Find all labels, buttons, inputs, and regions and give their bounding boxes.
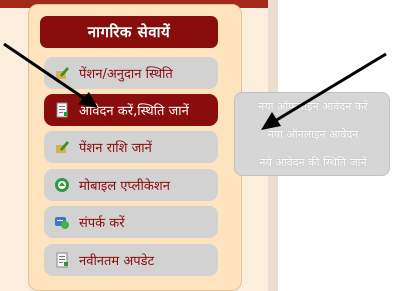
menu-item-label: संपर्क करें xyxy=(79,216,125,231)
menu-item-contact[interactable]: संपर्क करें xyxy=(44,206,218,238)
submenu-popup: नया ऑफलाइन आवेदन करें नया ऑनलाइन आवेदन न… xyxy=(234,92,390,176)
android-icon xyxy=(53,176,71,194)
menu-item-mobile-app[interactable]: मोबाइल एप्लीकेशन xyxy=(44,169,218,201)
menu-item-label: आवेदन करें,स्थिति जानें xyxy=(79,104,189,119)
submenu-item-offline-apply[interactable]: नया ऑफलाइन आवेदन करें xyxy=(235,99,391,114)
submenu-item-online-apply[interactable]: नया ऑनलाइन आवेदन xyxy=(235,127,391,142)
contact-icon xyxy=(53,213,71,231)
menu-item-label: पेंशन राशि जानें xyxy=(79,141,152,156)
pencil-icon xyxy=(53,138,71,156)
menu-item-latest-update[interactable]: नवीनतम अपडेट xyxy=(44,244,218,276)
menu-item-label: पेंशन/अनुदान स्थिति xyxy=(79,67,173,82)
menu-item-pension-amount[interactable]: पेंशन राशि जानें xyxy=(44,131,218,163)
pencil-icon xyxy=(53,64,71,82)
menu-item-label: नवीनतम अपडेट xyxy=(79,254,155,269)
panel-title: नागरिक सेवायें xyxy=(40,16,218,48)
menu-item-pension-status[interactable]: पेंशन/अनुदान स्थिति xyxy=(44,57,218,89)
document-icon xyxy=(53,251,71,269)
menu-item-label: मोबाइल एप्लीकेशन xyxy=(79,179,170,194)
menu-item-apply-status[interactable]: आवेदन करें,स्थिति जानें xyxy=(44,94,218,126)
submenu-item-apply-status[interactable]: नये आवेदन की स्थिति जानें xyxy=(235,155,391,170)
document-icon xyxy=(53,101,71,119)
